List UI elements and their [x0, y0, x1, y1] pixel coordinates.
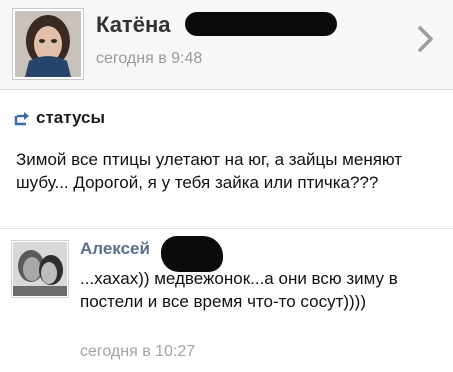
section-label-text: статусы: [36, 108, 105, 127]
status-text: Зимой все птицы улетают на юг, а зайцы м…: [16, 150, 403, 192]
section-label[interactable]: статусы: [14, 108, 105, 128]
share-arrow-icon: [14, 112, 29, 126]
post-time: сегодня в 9:48: [96, 50, 203, 67]
commenter-avatar[interactable]: [11, 240, 69, 298]
commenter-avatar-image: [13, 242, 67, 296]
author-avatar-image: [15, 11, 81, 77]
author-name[interactable]: Катёна: [96, 12, 170, 38]
redacted-surname: [185, 12, 337, 36]
comment-text: ...хахах)) медвежонок...а они всю зиму в…: [80, 269, 398, 311]
author-avatar[interactable]: [12, 8, 84, 80]
chevron-right-icon[interactable]: [413, 24, 437, 54]
commenter-name[interactable]: Алексей: [80, 239, 150, 259]
comment-time: сегодня в 10:27: [80, 343, 196, 360]
post-header[interactable]: Катёна сегодня в 9:48: [0, 0, 453, 90]
divider: [0, 228, 453, 229]
